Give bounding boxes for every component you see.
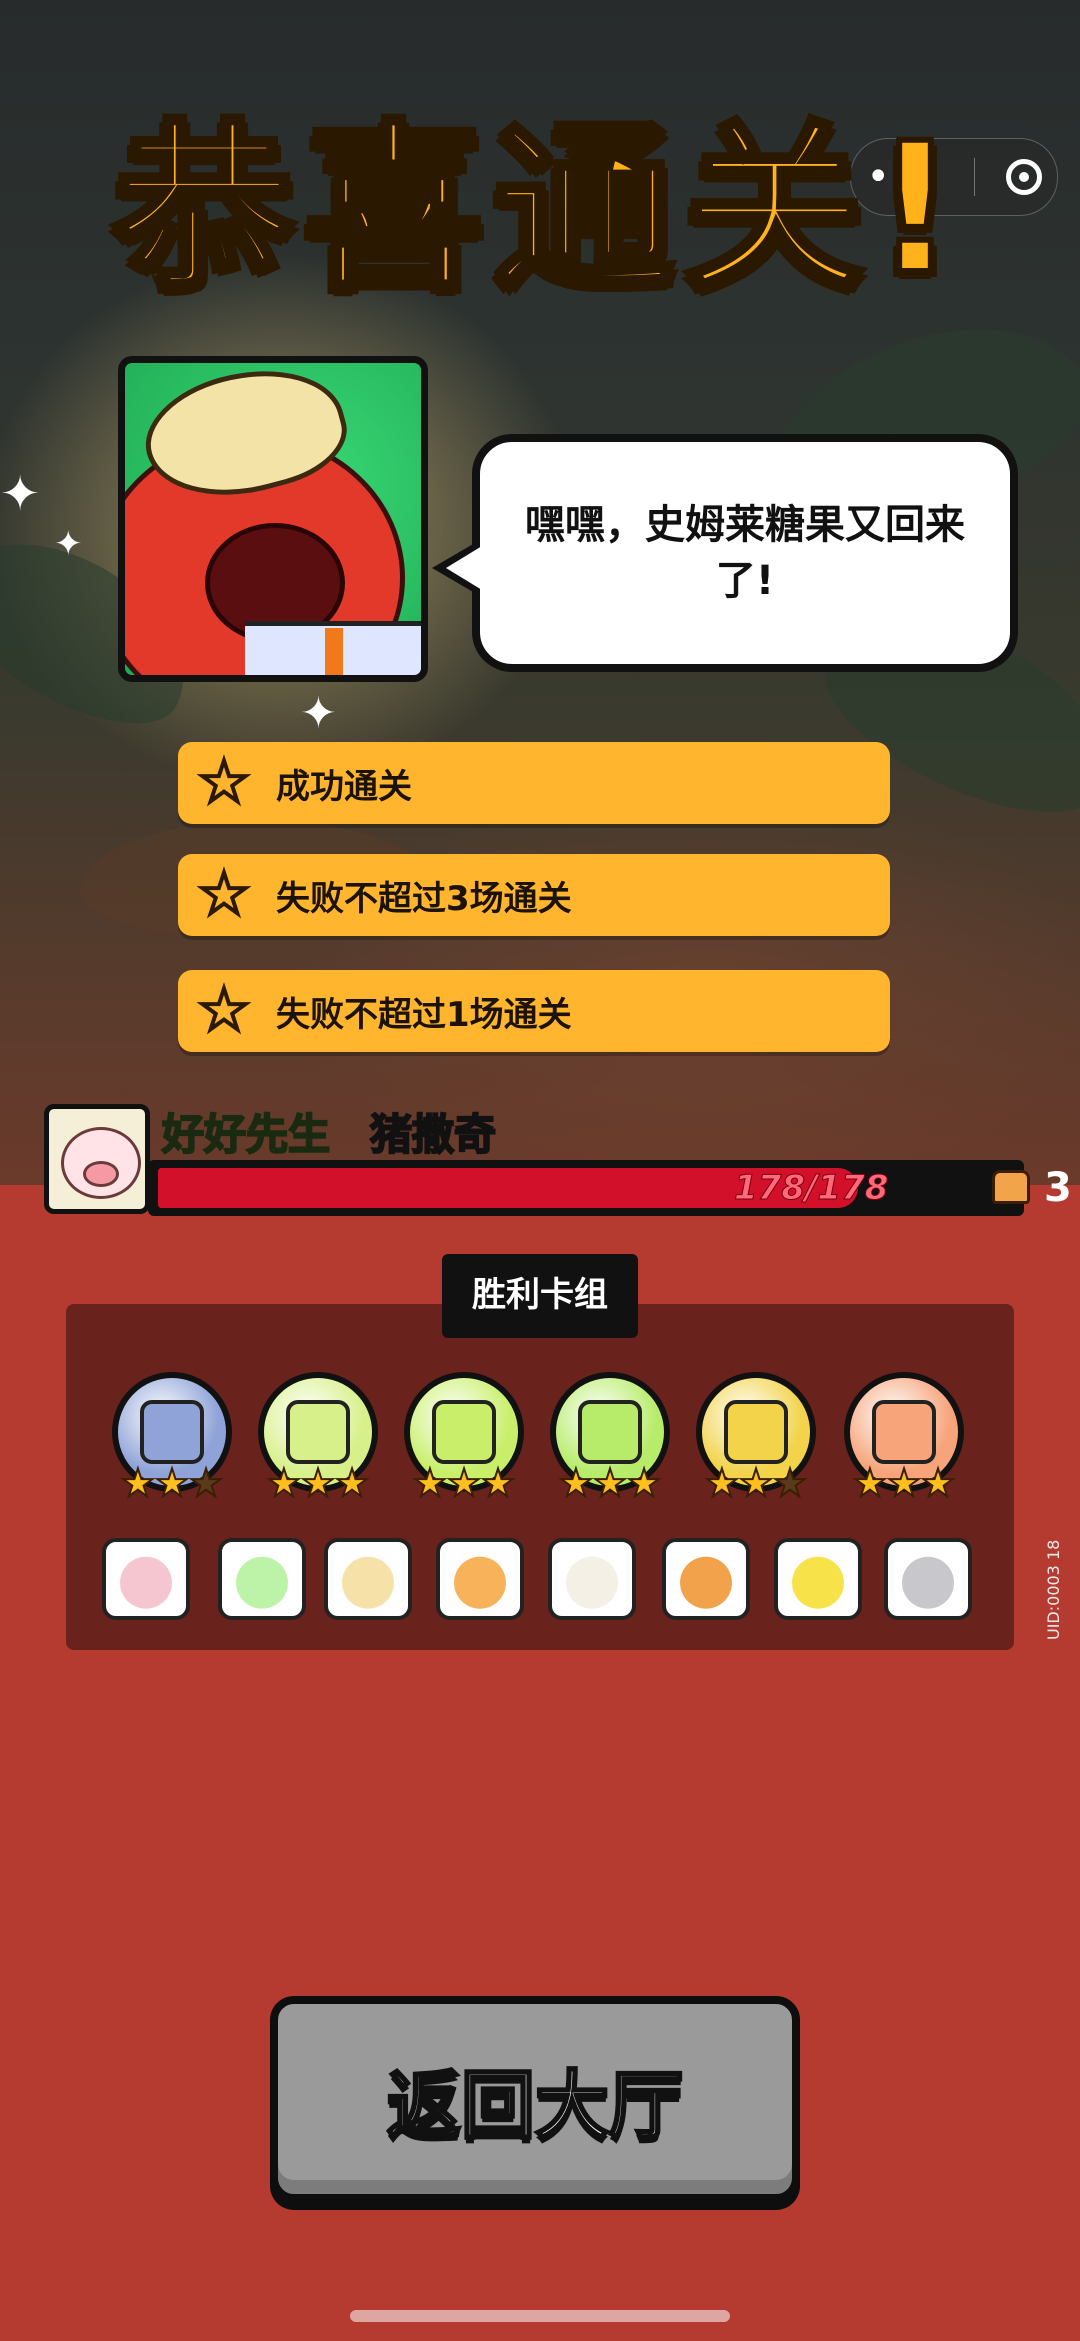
objective-label: 失败不超过1场通关 [276,994,572,1035]
player-title: 好好先生 [161,1109,331,1160]
card-star-rating: ★ ★ ★ [398,1461,530,1505]
hp-max: 178 [817,1168,889,1209]
filled-star-icon: ★ [558,1461,594,1505]
filled-star-icon: ★ [266,1461,302,1505]
player-avatar [44,1104,150,1214]
card-star-rating: ★ ★ ★ [252,1461,384,1505]
card-star-rating: ★ ★ ★ [544,1461,676,1505]
filled-star-icon: ★ [154,1461,190,1505]
uid-label: UID:0003 18 [1044,1539,1063,1640]
fist-icon [992,1170,1030,1204]
milk-carton-icon[interactable] [102,1538,190,1620]
wins-count: 3 [1044,1165,1072,1211]
back-to-lobby-button[interactable]: 返回大厅 [270,1996,800,2202]
filled-star-icon: ★ [334,1461,370,1505]
objective-row: ★ 失败不超过1场通关 [178,970,890,1052]
filled-star-icon: ★ [704,1461,740,1505]
objective-row: ★ 成功通关 [178,742,890,824]
player-status: 178/178 3 好好先生 猪撒奇 [44,1104,1072,1220]
victory-title: 恭喜通关! [111,105,967,314]
winning-deck-label: 胜利卡组 [442,1254,638,1338]
filled-star-icon: ★ [738,1461,774,1505]
hp-readout: 178/178 [734,1168,889,1209]
speech-bubble-tail-inner [446,546,482,590]
objective-label: 成功通关 [276,766,412,807]
hp-bar: 178/178 3 [148,1160,1072,1216]
home-indicator[interactable] [350,2310,730,2322]
speech-bubble: 嘿嘿，史姆莱糖果又回来了! [472,434,1018,672]
objective-label: 失败不超过3场通关 [276,878,572,919]
filled-star-icon: ★ [592,1461,628,1505]
filled-star-icon: ★ [446,1461,482,1505]
star-icon: ★ [197,978,251,1043]
yellow-slime-icon[interactable] [774,1538,862,1620]
player-name: 猪撒奇 [369,1109,497,1160]
pig-nose-icon [83,1161,119,1187]
hp-current: 178 [734,1168,806,1209]
hp-separator: / [804,1168,818,1209]
paper-sheets-icon[interactable] [324,1538,412,1620]
filled-star-icon: ★ [626,1461,662,1505]
filled-star-icon: ★ [886,1461,922,1505]
star-icon: ★ [197,862,251,927]
filled-star-icon: ★ [852,1461,888,1505]
gray-mouse-icon[interactable] [884,1538,972,1620]
sparkle-icon: ✦ [0,466,41,522]
filled-star-icon: ★ [920,1461,956,1505]
star-icon: ★ [197,750,251,815]
card-star-rating: ★ ★ ★ [106,1461,238,1505]
objective-row: ★ 失败不超过3场通关 [178,854,890,936]
bottle-and-fruit-icon[interactable] [436,1538,524,1620]
card-star-rating: ★ ★ ★ [838,1461,970,1505]
card-star-rating: ★ ★ ★ [690,1461,822,1505]
boss-portrait [118,356,428,682]
jelly-pudding-icon[interactable] [662,1538,750,1620]
green-drink-icon[interactable] [218,1538,306,1620]
garlic-friend-icon[interactable] [548,1538,636,1620]
sparkle-icon: ✦ [300,688,337,739]
filled-star-icon: ★ [300,1461,336,1505]
sparkle-icon: ✦ [54,524,83,564]
empty-star-icon: ★ [188,1461,224,1505]
filled-star-icon: ★ [412,1461,448,1505]
filled-star-icon: ★ [120,1461,156,1505]
filled-star-icon: ★ [480,1461,516,1505]
empty-star-icon: ★ [772,1461,808,1505]
